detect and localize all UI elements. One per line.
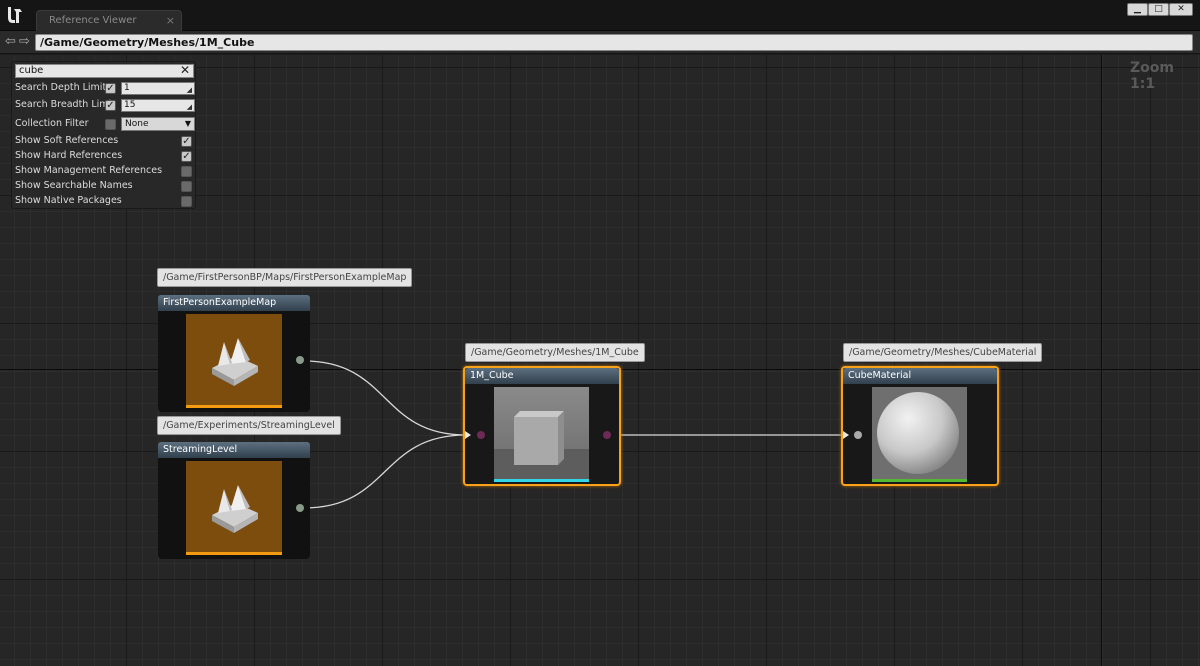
node-firstpersonexamplemap[interactable]: FirstPersonExampleMap (158, 295, 310, 412)
toggle-checkbox-searchable-names[interactable]: ✓ (181, 181, 192, 192)
search-depth-value: 1 (124, 83, 130, 93)
node-title: StreamingLevel (158, 442, 310, 458)
material-thumbnail (872, 387, 967, 482)
chevron-down-icon: ▼ (184, 119, 191, 128)
node-title: 1M_Cube (465, 368, 619, 384)
toggle-label-native-packages: Show Native Packages (15, 195, 122, 206)
search-depth-label: Search Depth Limit (15, 82, 107, 93)
maximize-button[interactable]: □ (1148, 3, 1169, 16)
collection-filter-checkbox[interactable]: ✓ (105, 119, 116, 130)
resize-grip-icon: ◢ (186, 86, 192, 94)
title-bar: Reference Viewer × ▁ □ ✕ (0, 0, 1200, 31)
map-asset-icon (212, 338, 258, 386)
asset-type-bar (186, 552, 282, 555)
search-input[interactable]: cube ✕ (15, 64, 194, 78)
collection-filter-value: None (125, 119, 149, 129)
close-window-button[interactable]: ✕ (1169, 3, 1193, 16)
input-pin[interactable] (477, 431, 485, 439)
wire-streaming-to-cube (303, 434, 467, 509)
reference-graph[interactable]: Zoom 1:1 cube ✕ Search Depth Limit ✓ 1 ◢… (0, 55, 1200, 666)
toggle-label-soft-references: Show Soft References (15, 135, 119, 146)
material-sphere-icon (872, 387, 967, 482)
filter-panel: cube ✕ Search Depth Limit ✓ 1 ◢ Search B… (11, 61, 196, 209)
toggle-checkbox-soft-references[interactable]: ✓ (181, 136, 192, 147)
node-path-label-map: /Game/FirstPersonBP/Maps/FirstPersonExam… (157, 268, 413, 287)
minimize-button[interactable]: ▁ (1127, 3, 1148, 16)
output-pin[interactable] (296, 356, 304, 364)
search-breadth-checkbox[interactable]: ✓ (105, 100, 116, 111)
node-cubematerial[interactable]: CubeMaterial (841, 366, 999, 486)
search-depth-checkbox[interactable]: ✓ (105, 83, 116, 94)
map-thumbnail (186, 461, 282, 555)
asset-type-bar (494, 479, 589, 482)
tab-title: Reference Viewer (49, 15, 137, 26)
toggle-label-searchable-names: Show Searchable Names (15, 180, 133, 191)
resize-grip-icon: ◢ (186, 103, 192, 111)
tab-close-icon[interactable]: × (166, 14, 175, 27)
tab-reference-viewer[interactable]: Reference Viewer × (36, 10, 182, 31)
output-pin[interactable] (603, 431, 611, 439)
clear-search-icon[interactable]: ✕ (180, 64, 190, 76)
asset-type-bar (872, 479, 967, 482)
node-title: FirstPersonExampleMap (158, 295, 310, 311)
search-breadth-label: Search Breadth Limit (15, 99, 115, 110)
toggle-label-hard-references: Show Hard References (15, 150, 123, 161)
path-bar: ⇦ ⇨ /Game/Geometry/Meshes/1M_Cube (0, 31, 1200, 54)
search-value: cube (19, 65, 44, 76)
node-1m-cube[interactable]: 1M_Cube (463, 366, 621, 486)
unreal-logo-icon (8, 7, 22, 23)
input-arrow-icon (465, 431, 471, 439)
toggle-checkbox-native-packages[interactable]: ✓ (181, 196, 192, 207)
input-pin[interactable] (854, 431, 862, 439)
search-breadth-input[interactable]: 15 ◢ (121, 99, 195, 112)
input-arrow-icon (843, 431, 849, 439)
mesh-thumbnail (494, 387, 589, 482)
collection-filter-select[interactable]: None ▼ (121, 117, 195, 131)
node-path-label-cube: /Game/Geometry/Meshes/1M_Cube (465, 343, 645, 362)
node-streaminglevel[interactable]: StreamingLevel (158, 442, 310, 559)
collection-filter-label: Collection Filter (15, 118, 89, 129)
toggle-checkbox-management-references[interactable]: ✓ (181, 166, 192, 177)
search-depth-input[interactable]: 1 ◢ (121, 82, 195, 95)
map-asset-icon (212, 485, 258, 533)
node-title: CubeMaterial (843, 368, 997, 384)
search-breadth-value: 15 (124, 100, 136, 110)
node-path-label-material: /Game/Geometry/Meshes/CubeMaterial (843, 343, 1043, 362)
toggle-checkbox-hard-references[interactable]: ✓ (181, 151, 192, 162)
node-path-label-streaming: /Game/Experiments/StreamingLevel (157, 416, 341, 435)
asset-path-input[interactable]: /Game/Geometry/Meshes/1M_Cube (35, 34, 1193, 51)
arrow-left-icon[interactable]: ⇦ (5, 34, 16, 49)
output-pin[interactable] (296, 504, 304, 512)
map-thumbnail (186, 314, 282, 408)
cube-mesh-icon (494, 411, 589, 482)
toggle-label-management-references: Show Management References (15, 165, 163, 176)
arrow-right-icon[interactable]: ⇨ (19, 34, 30, 49)
asset-type-bar (186, 405, 282, 408)
